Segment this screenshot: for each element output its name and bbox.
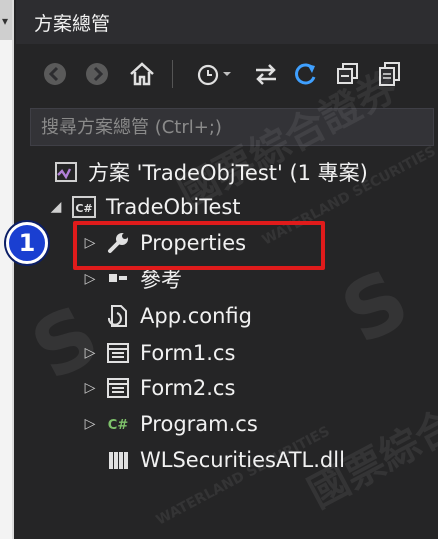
tree-item-label: Program.cs (140, 412, 258, 436)
home-button[interactable] (124, 54, 160, 94)
tree-item[interactable]: App.config (80, 300, 252, 332)
search-input[interactable] (31, 109, 433, 145)
collapsed-arrow-icon[interactable]: ▷ (80, 345, 100, 361)
tree-item-solution[interactable]: 方案 'TradeObjTest' (1 專案) (48, 156, 368, 188)
watermark-logo: S (327, 251, 424, 364)
refresh-icon (295, 63, 316, 85)
step-badge: 1 (6, 222, 48, 264)
panel-title-bar: 方案總管 (16, 0, 438, 44)
arrow-right-icon (86, 63, 108, 85)
csharp-file-icon: C# (100, 408, 136, 440)
panel-title: 方案總管 (34, 13, 111, 35)
history-button[interactable] (184, 54, 242, 94)
tree-item[interactable]: ▷ Form2.cs (80, 372, 236, 404)
tree-item-label: App.config (140, 304, 252, 328)
tree-item-project[interactable]: ◢ C# TradeObiTest (46, 191, 241, 223)
arrow-left-icon (44, 63, 66, 85)
tree-item-label: WLSecuritiesATL.dll (140, 448, 345, 472)
csharp-project-icon: C# (66, 191, 102, 223)
form-icon (100, 372, 136, 404)
highlight-box (73, 221, 325, 270)
dropdown-arrow-icon[interactable]: ▾ (2, 14, 8, 28)
svg-text:C#: C# (75, 202, 92, 215)
config-file-icon (100, 300, 136, 332)
dll-icon (100, 444, 136, 476)
expanded-arrow-icon[interactable]: ◢ (46, 199, 66, 215)
solution-label: 方案 'TradeObjTest' (1 專案) (88, 161, 368, 185)
clock-icon (197, 64, 231, 86)
tree-item[interactable]: WLSecuritiesATL.dll (80, 444, 345, 476)
tree-item[interactable]: ▷ Form1.cs (80, 337, 236, 369)
collapsed-arrow-icon[interactable]: ▷ (80, 380, 100, 396)
form-icon (100, 337, 136, 369)
editor-edge: ▾ (0, 0, 14, 539)
toolbar (16, 48, 438, 100)
svg-text:C#: C# (108, 418, 129, 433)
tree-item[interactable]: ▷ C# Program.cs (80, 408, 258, 440)
divider (12, 0, 14, 539)
sync-button[interactable] (248, 54, 284, 94)
home-icon (130, 62, 154, 86)
watermark: 國票綜合證券 (301, 363, 438, 518)
forward-button[interactable] (80, 54, 114, 94)
project-label: TradeObiTest (106, 195, 241, 219)
sync-arrows-icon (256, 64, 276, 85)
search-box (30, 108, 434, 146)
toolbar-separator (172, 60, 173, 88)
collapsed-arrow-icon[interactable]: ▷ (80, 271, 100, 287)
copy-icon (379, 62, 400, 86)
solution-icon (48, 156, 84, 188)
copy-button[interactable] (372, 54, 408, 94)
collapse-all-icon (337, 63, 358, 84)
collapse-all-button[interactable] (330, 54, 366, 94)
refresh-button[interactable] (288, 54, 324, 94)
tree-item-label: Form1.cs (140, 341, 236, 365)
back-button[interactable] (38, 54, 72, 94)
collapsed-arrow-icon[interactable]: ▷ (80, 416, 100, 432)
tree-item-label: Form2.cs (140, 376, 236, 400)
